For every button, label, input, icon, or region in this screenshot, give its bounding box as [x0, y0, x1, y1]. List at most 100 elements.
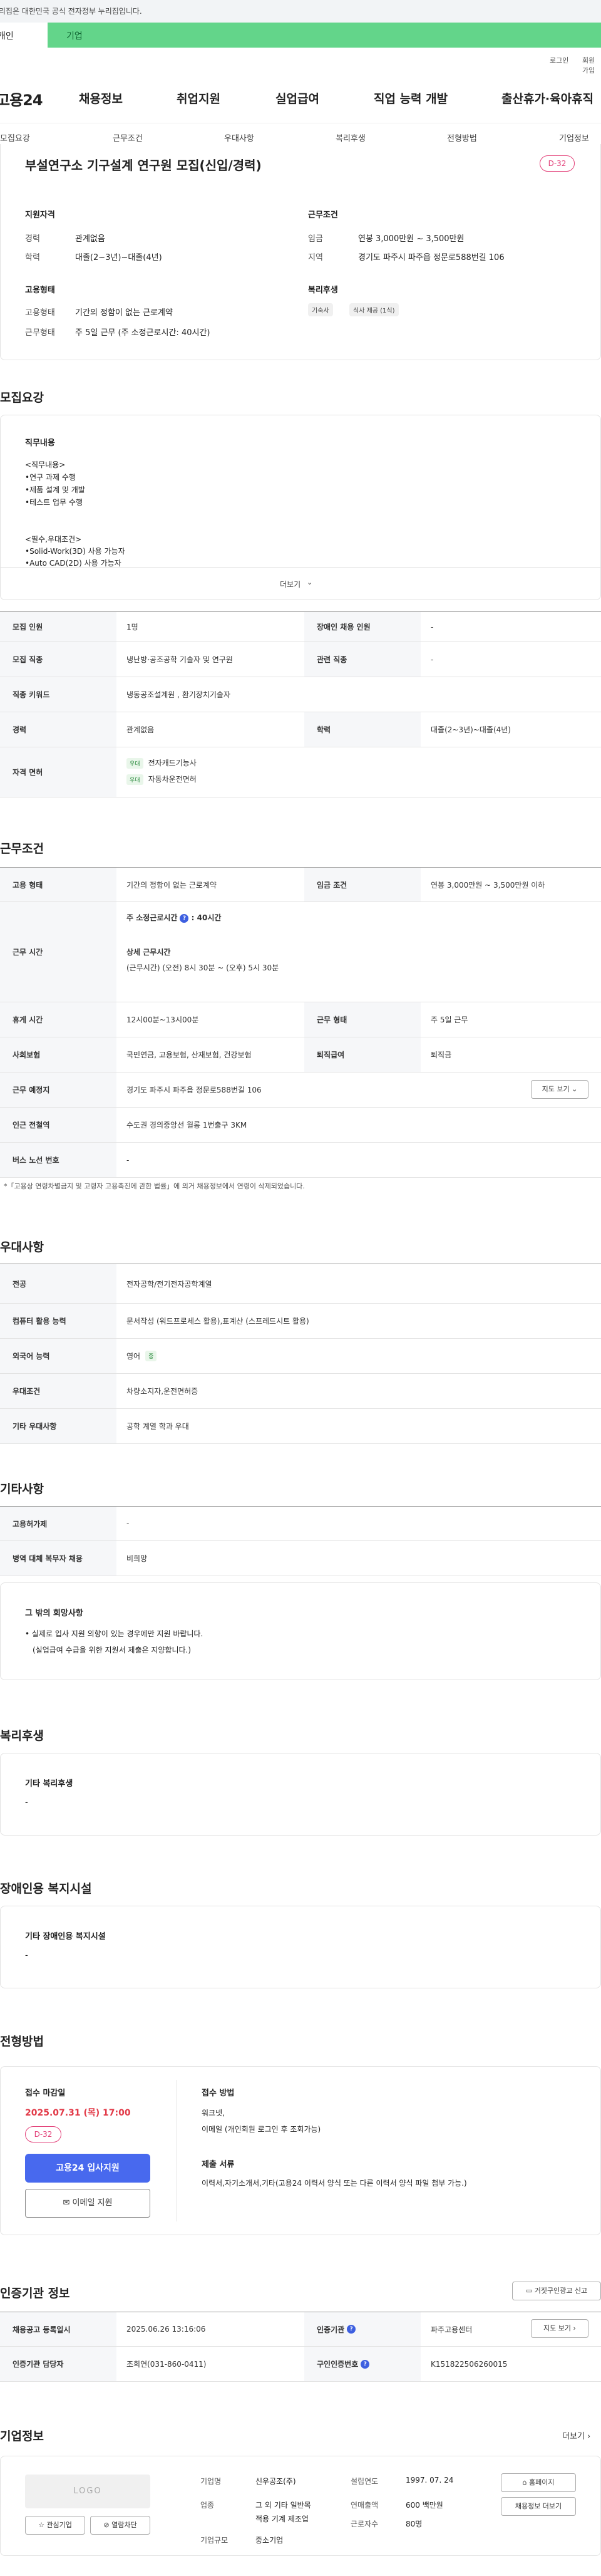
wish-heading: 그 밖의 희망사항 — [25, 1609, 83, 1618]
agency-no-label: 구인인증번호? — [304, 2347, 421, 2381]
welfare-section-title: 복리후생 — [0, 1729, 44, 1743]
wage-label: 임금 — [308, 234, 323, 244]
interest-company-button[interactable]: ☆ 관심기업 — [25, 2516, 85, 2535]
row-value: 관계없음 — [126, 725, 155, 734]
tab-individual[interactable]: 개인 — [0, 23, 48, 48]
company-size-label: 기업규모 — [200, 2536, 229, 2545]
map-button[interactable]: 지도 보기 ⌄ — [531, 1080, 588, 1099]
home-icon: ⌂ — [522, 2478, 527, 2486]
table-row: 근무 예정지 경기도 파주시 파주읍 정문로588번길 106 — [0, 1072, 601, 1108]
process-section-title: 전형방법 — [0, 2035, 44, 2049]
row-label: 직종 키워드 — [0, 677, 116, 712]
row-label: 근무 예정지 — [0, 1072, 116, 1107]
row-label: 근무 형태 — [304, 1002, 421, 1037]
table-row: 고용 형태 기간의 정함이 없는 근로계약 임금 조건 연봉 3,000만원 ~… — [0, 867, 601, 902]
gnb-vocational-training[interactable]: 직업 능력 개발 — [374, 90, 448, 106]
table-row: 고용허가제 - — [0, 1506, 601, 1541]
more-button[interactable]: 더보기 ⌄ — [0, 567, 601, 600]
login-link[interactable]: 로그인 — [550, 55, 568, 65]
anchor-process[interactable]: 전형방법 — [447, 132, 477, 143]
gnb-employment-support[interactable]: 취업지원 — [177, 90, 220, 106]
license-name: 자동차운전면허 — [148, 775, 197, 784]
requirement-line: •Solid-Work(3D) 사용 가능자 — [25, 547, 125, 556]
info-icon[interactable]: ? — [180, 913, 189, 923]
industry-line: 그 외 기타 일반목 — [255, 2501, 311, 2510]
wish-line: • 실제로 입사 지원 의향이 있는 경우에만 지원 바랍니다. — [25, 1629, 203, 1638]
mail-icon: ✉ — [63, 2198, 70, 2208]
education-label: 학력 — [25, 253, 40, 262]
row-value: 전자공학/전기전자공학계열 — [126, 1279, 212, 1289]
anchor-conditions[interactable]: 근무조건 — [113, 132, 143, 143]
email-apply-button[interactable]: ✉ 이메일 지원 — [25, 2189, 150, 2218]
info-icon[interactable]: ? — [361, 2359, 370, 2369]
company-name-label: 기업명 — [200, 2477, 222, 2486]
row-value: K151822506260015 — [431, 2359, 508, 2369]
block-view-button[interactable]: ⊘ 열람차단 — [90, 2516, 150, 2535]
region-value: 경기도 파주시 파주읍 정문로588번길 106 — [358, 253, 505, 262]
info-icon[interactable]: ? — [347, 2325, 356, 2334]
row-label: 우대조건 — [0, 1374, 116, 1408]
anchor-prefer[interactable]: 우대사항 — [224, 132, 254, 143]
company-name-value: 신우공조(주) — [255, 2477, 296, 2486]
tab-business[interactable]: 기업 — [48, 23, 601, 48]
row-value: 냉난방·공조공학 기술자 및 연구원 — [126, 655, 233, 664]
language-name: 영어 — [126, 1352, 141, 1361]
language-value: 영어 중 — [116, 1339, 601, 1373]
table-row: 근무 시간 주 소정근로시간? : 40시간 상세 근무시간 (근무시간) (오… — [0, 902, 601, 1002]
disability-card — [0, 1906, 601, 1988]
welfare-sub-heading: 기타 복리후생 — [25, 1779, 73, 1789]
signup-link[interactable]: 회원가입 — [582, 55, 601, 75]
anchor-recruit[interactable]: 모집요강 — [0, 132, 30, 143]
site-logo[interactable]: 고용24 — [0, 88, 43, 110]
homepage-button[interactable]: ⌂ 홈페이지 — [501, 2473, 576, 2492]
row-label: 고용 형태 — [0, 868, 116, 901]
apply-button[interactable]: 고용24 입사지원 — [25, 2154, 150, 2183]
row-value: 비희망 — [126, 1554, 148, 1563]
row-label: 병역 대체 복무자 채용 — [0, 1541, 116, 1576]
sales-label: 연매출액 — [351, 2501, 379, 2510]
row-value: 국민연금, 고용보험, 산재보험, 건강보험 — [126, 1051, 252, 1059]
disability-value: - — [25, 1951, 28, 1960]
detail-hours-label: 상세 근무시간 — [126, 948, 171, 957]
industry-label: 업종 — [200, 2501, 215, 2510]
row-label: 모집 직종 — [0, 642, 116, 677]
requirement-line: <필수,우대조건> — [25, 535, 82, 544]
agency-map-button[interactable]: 지도 보기 › — [531, 2319, 588, 2338]
gnb-unemployment-benefit[interactable]: 실업급여 — [275, 90, 319, 106]
report-label: 거짓구인광고 신고 — [534, 2287, 588, 2295]
row-value: 12시00분~13시00분 — [126, 1015, 199, 1024]
job-title: 부설연구소 기구설계 연구원 모집(신입/경력) — [25, 158, 262, 173]
docs-value: 이력서,자기소개서,기타(고용24 이력서 양식 또는 다른 이력서 양식 파일… — [202, 2179, 467, 2188]
gnb-jobs[interactable]: 채용정보 — [79, 90, 123, 106]
table-row: 인근 전철역 수도권 경의중앙선 월롱 1번출구 3KM — [0, 1108, 601, 1143]
language-level-tag: 중 — [145, 1351, 157, 1361]
row-label: 휴게 시간 — [0, 1002, 116, 1037]
anchor-welfare[interactable]: 복리후생 — [336, 132, 366, 143]
agency-section-title: 인증기관 정보 — [0, 2287, 70, 2300]
education-value: 대졸(2~3년)~대졸(4년) — [75, 253, 162, 262]
deadline-value: 2025.07.31 (목) 17:00 — [25, 2108, 131, 2118]
star-icon: ☆ — [38, 2521, 44, 2529]
row-value: 문서작성 (워드프로세스 활용),표계산 (스프레드시트 활용) — [126, 1317, 309, 1326]
company-size-value: 중소기업 — [255, 2536, 284, 2545]
company-jobs-button[interactable]: 채용정보 더보기 — [501, 2497, 576, 2516]
row-label: 학력 — [304, 712, 421, 747]
block-icon: ⊘ — [103, 2521, 110, 2529]
company-more-link[interactable]: 더보기 › — [562, 2429, 590, 2441]
gnb-parental-leave[interactable]: 출산휴가·육아휴직 — [501, 90, 593, 106]
report-fake-ad-button[interactable]: ▭ 거짓구인광고 신고 — [512, 2282, 601, 2300]
anchor-company[interactable]: 기업정보 — [559, 132, 589, 143]
company-more-label: 더보기 — [562, 2432, 585, 2441]
employment-heading: 고용형태 — [25, 286, 55, 295]
row-value: - — [126, 1155, 130, 1165]
row-value: 냉동공조설계원 , 환기장치기술자 — [126, 690, 231, 699]
table-row: 우대조건 차량소지자,운전면허증 — [0, 1374, 601, 1409]
row-label: 전공 — [0, 1264, 116, 1303]
row-value: - — [126, 1519, 130, 1528]
welfare-value: - — [25, 1798, 28, 1807]
table-row: 외국어 능력 영어 중 — [0, 1339, 601, 1374]
row-value: 차량소지자,운전면허증 — [126, 1387, 198, 1396]
welfare-heading: 복리후생 — [308, 286, 338, 295]
row-label: 버스 노선 번호 — [0, 1143, 116, 1177]
staff-label: 근로자수 — [351, 2520, 379, 2528]
